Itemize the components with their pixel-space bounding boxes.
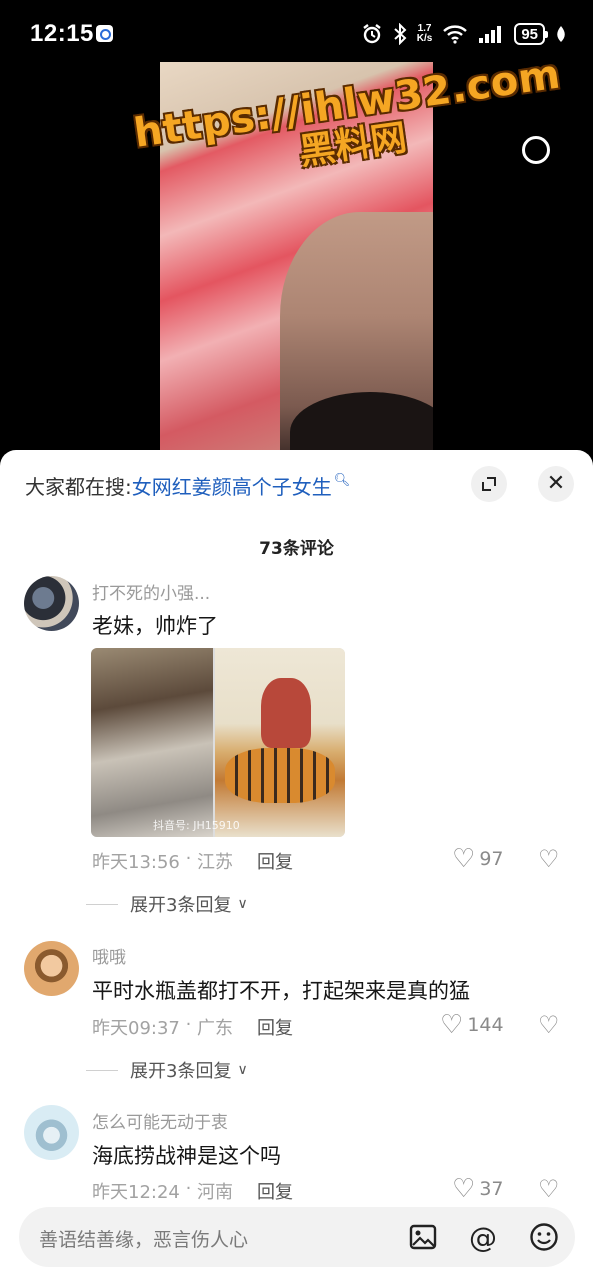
- avatar[interactable]: [24, 941, 79, 996]
- comment-location: 广东: [197, 1018, 234, 1039]
- chevron-down-icon: ∨: [237, 1062, 248, 1078]
- reply-button[interactable]: 回复: [257, 1178, 293, 1204]
- mention-icon[interactable]: @: [468, 1221, 498, 1254]
- avatar[interactable]: [24, 1105, 79, 1160]
- comment-text[interactable]: 老妹，帅炸了: [92, 610, 218, 640]
- comment-meta: 昨天09:37 · 广东 回复: [92, 1014, 293, 1040]
- status-bar: 12:15 1.7 K/s 95: [0, 0, 593, 62]
- comment-input[interactable]: 善语结善缘，恶言伤人心: [39, 1225, 248, 1252]
- avatar[interactable]: [24, 576, 79, 631]
- search-icon: 🔍︎: [333, 472, 351, 488]
- expand-icon: [482, 477, 496, 491]
- comment-username[interactable]: 怎么可能无动于衷: [92, 1108, 228, 1133]
- app-notification-icon: [96, 25, 113, 42]
- expand-replies-label: 展开3条回复: [130, 895, 232, 916]
- image-photo-panel: [91, 648, 213, 837]
- signal-icon: [479, 26, 502, 43]
- meta-separator: ·: [179, 1178, 198, 1199]
- comment-text[interactable]: 海底捞战神是这个吗: [92, 1140, 281, 1170]
- meta-separator: ·: [179, 848, 198, 869]
- close-button[interactable]: ✕: [538, 466, 574, 502]
- emoji-icon[interactable]: [529, 1222, 559, 1252]
- dislike-button[interactable]: ♡: [538, 847, 560, 871]
- broken-heart-icon: ♡: [538, 845, 560, 873]
- status-icons: 1.7 K/s 95: [361, 20, 567, 48]
- alarm-icon: [363, 24, 381, 44]
- comment-username[interactable]: 哦哦: [92, 943, 126, 968]
- like-count: 97: [479, 848, 504, 870]
- battery-icon: 95: [514, 23, 548, 45]
- comment-time: 昨天12:24: [92, 1182, 180, 1203]
- comment-input-bar[interactable]: 善语结善缘，恶言伤人心 @: [19, 1207, 575, 1267]
- like-count: 37: [479, 1178, 504, 1200]
- reply-button[interactable]: 回复: [257, 848, 293, 874]
- expand-replies-button[interactable]: 展开3条回复 ∨: [86, 891, 248, 917]
- network-speed: 1.7 K/s: [417, 24, 433, 44]
- comment-username[interactable]: 打不死的小强...: [92, 579, 210, 604]
- comment-text[interactable]: 平时水瓶盖都打不开，打起架来是真的猛: [92, 975, 470, 1005]
- chevron-down-icon: ∨: [237, 896, 248, 912]
- comment-location: 江苏: [197, 852, 234, 873]
- status-time: 12:15: [30, 20, 94, 47]
- speed-unit: K/s: [416, 33, 433, 44]
- like-button[interactable]: ♡ 97: [452, 846, 504, 872]
- image-tiger: [225, 748, 335, 803]
- bluetooth-icon: [394, 23, 407, 45]
- comment-location: 河南: [197, 1182, 234, 1203]
- image-caption: 抖音号: JH15910: [153, 819, 240, 832]
- image-picker-icon[interactable]: [408, 1222, 438, 1252]
- meta-separator: ·: [179, 1014, 198, 1035]
- dislike-button[interactable]: ♡: [538, 1013, 560, 1037]
- broken-heart-icon: ♡: [538, 1011, 560, 1039]
- comment-sheet: 大家都在搜: 女网红姜颜高个子女生 🔍︎ ✕ 73条评论 打不死的小强... 老…: [0, 450, 593, 1280]
- expand-replies-button[interactable]: 展开3条回复 ∨: [86, 1057, 248, 1083]
- trending-search[interactable]: 大家都在搜: 女网红姜颜高个子女生 🔍︎: [25, 470, 350, 500]
- reply-button[interactable]: 回复: [257, 1014, 293, 1040]
- like-button[interactable]: ♡ 37: [452, 1176, 504, 1202]
- trending-search-prefix: 大家都在搜:: [25, 474, 132, 499]
- like-button[interactable]: ♡ 144: [440, 1012, 504, 1038]
- heart-icon: ♡: [452, 1174, 476, 1204]
- divider-line: [86, 903, 118, 905]
- comment-count: 73条评论: [259, 539, 334, 559]
- like-count: 144: [467, 1014, 504, 1036]
- dislike-button[interactable]: ♡: [538, 1177, 560, 1201]
- close-icon: ✕: [546, 471, 566, 496]
- image-figure: [261, 678, 311, 748]
- broken-heart-icon: ♡: [538, 1175, 560, 1203]
- comment-time: 昨天13:56: [92, 852, 180, 873]
- comment-meta: 昨天12:24 · 河南 回复: [92, 1178, 293, 1204]
- trending-search-term[interactable]: 女网红姜颜高个子女生: [132, 471, 332, 500]
- leaf-icon: [557, 26, 565, 42]
- heart-icon: ♡: [440, 1010, 464, 1040]
- divider-line: [86, 1069, 118, 1071]
- heart-icon: ♡: [452, 844, 476, 874]
- expand-button[interactable]: [471, 466, 507, 502]
- comment-meta: 昨天13:56 · 江苏 回复: [92, 848, 293, 874]
- comment-image[interactable]: 抖音号: JH15910: [91, 648, 345, 837]
- comment-time: 昨天09:37: [92, 1018, 180, 1039]
- wifi-icon: [443, 25, 468, 44]
- battery-level: 95: [521, 25, 538, 43]
- expand-replies-label: 展开3条回复: [130, 1061, 232, 1082]
